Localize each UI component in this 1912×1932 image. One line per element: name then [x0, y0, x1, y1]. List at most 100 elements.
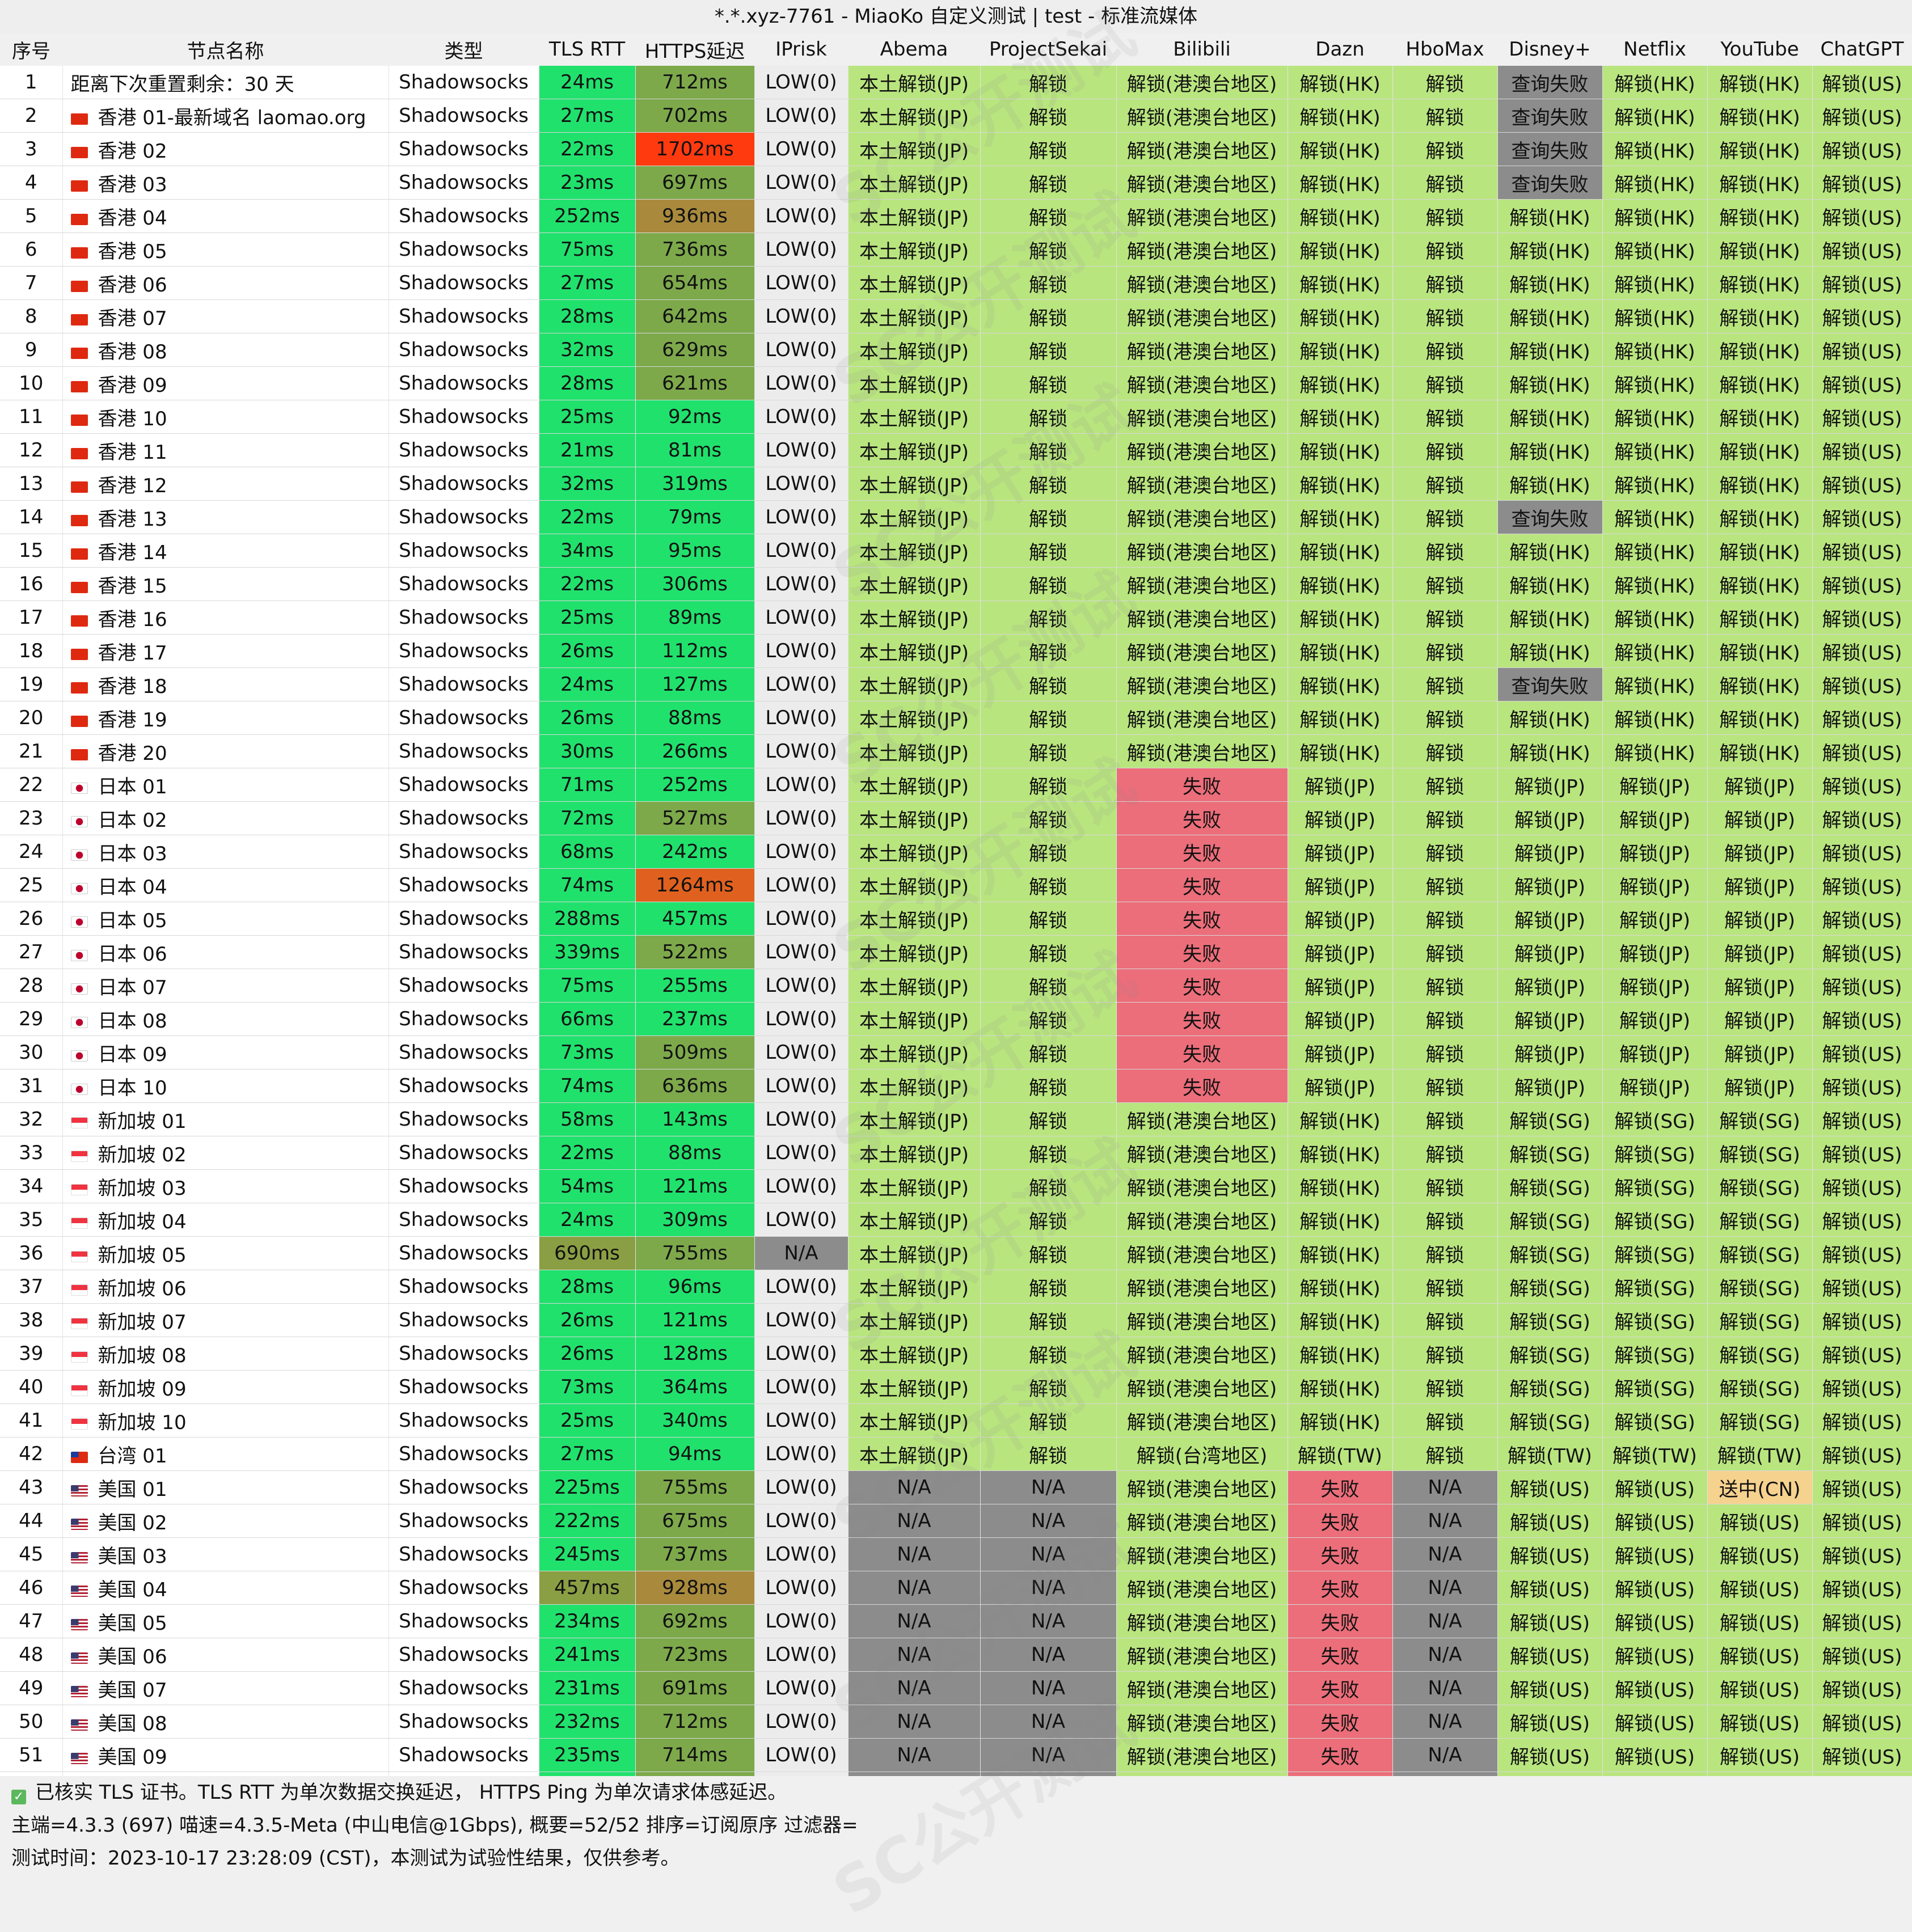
column-header[interactable]: 类型: [389, 33, 539, 66]
table-row[interactable]: 45 美国 03 Shadowsocks 245ms 737ms LOW(0) N/A N/A…: [0, 1537, 1912, 1571]
column-header[interactable]: Dazn: [1288, 33, 1392, 66]
node-type: Shadowsocks: [389, 1638, 539, 1672]
column-header[interactable]: Abema: [848, 33, 980, 66]
netflix-result: 解锁(SG): [1602, 1303, 1708, 1337]
table-row[interactable]: 40 新加坡 09 Shadowsocks 73ms 364ms LOW(0) 本土解锁(J…: [0, 1370, 1912, 1404]
iprisk: LOW(0): [754, 935, 849, 969]
table-row[interactable]: 47 美国 05 Shadowsocks 234ms 692ms LOW(0) N/A N/A…: [0, 1604, 1912, 1638]
table-row[interactable]: 25 日本 04 Shadowsocks 74ms 1264ms LOW(0) 本土解锁(J…: [0, 868, 1912, 902]
table-row[interactable]: 8 香港 07 Shadowsocks 28ms 642ms LOW(0) 本土解锁(JP)…: [0, 299, 1912, 333]
iprisk: LOW(0): [754, 1136, 849, 1170]
table-row[interactable]: 49 美国 07 Shadowsocks 231ms 691ms LOW(0) N/A N/A…: [0, 1671, 1912, 1705]
table-row[interactable]: 48 美国 06 Shadowsocks 241ms 723ms LOW(0) N/A N/A…: [0, 1638, 1912, 1672]
column-header[interactable]: YouTube: [1707, 33, 1812, 66]
table-row[interactable]: 13 香港 12 Shadowsocks 32ms 319ms LOW(0) 本土解锁(JP…: [0, 467, 1912, 501]
dazn-result: 解锁(HK): [1288, 1303, 1393, 1337]
column-header[interactable]: TLS RTT: [539, 33, 635, 66]
table-row[interactable]: 5 香港 04 Shadowsocks 252ms 936ms LOW(0) 本土解锁(JP…: [0, 199, 1912, 233]
column-header[interactable]: IPrisk: [754, 33, 848, 66]
table-row[interactable]: 30 日本 09 Shadowsocks 73ms 509ms LOW(0) 本土解锁(JP…: [0, 1035, 1912, 1069]
netflix-result: 解锁(JP): [1602, 1035, 1708, 1069]
table-row[interactable]: 9 香港 08 Shadowsocks 32ms 629ms LOW(0) 本土解锁(JP)…: [0, 333, 1912, 367]
chatgpt-result: 解锁(US): [1812, 1002, 1912, 1036]
youtube-result: 解锁(SG): [1707, 1337, 1813, 1371]
table-row[interactable]: 28 日本 07 Shadowsocks 75ms 255ms LOW(0) 本土解锁(JP…: [0, 969, 1912, 1003]
table-row[interactable]: 42 台湾 01 Shadowsocks 27ms 94ms LOW(0) 本土解锁(JP)…: [0, 1437, 1912, 1471]
table-row[interactable]: 36 新加坡 05 Shadowsocks 690ms 755ms N/A 本土解锁(JP)…: [0, 1236, 1912, 1270]
table-row[interactable]: 1 距离下次重置剩余：30 天 Shadowsocks 24ms 712ms LOW(0)…: [0, 66, 1912, 99]
sg-flag-icon: [70, 1317, 88, 1329]
table-row[interactable]: 38 新加坡 07 Shadowsocks 26ms 121ms LOW(0) 本土解锁(J…: [0, 1303, 1912, 1337]
table-row[interactable]: 37 新加坡 06 Shadowsocks 28ms 96ms LOW(0) 本土解锁(JP…: [0, 1270, 1912, 1304]
netflix-result: 解锁(SG): [1602, 1270, 1708, 1304]
table-row[interactable]: 2 香港 01-最新域名 laomao.org Shadowsocks 27ms 702…: [0, 99, 1912, 133]
abema-result: 本土解锁(JP): [848, 400, 981, 434]
table-row[interactable]: 26 日本 05 Shadowsocks 288ms 457ms LOW(0) 本土解锁(J…: [0, 902, 1912, 936]
table-row[interactable]: 17 香港 16 Shadowsocks 25ms 89ms LOW(0) 本土解锁(JP)…: [0, 601, 1912, 635]
https-latency: 340ms: [635, 1403, 755, 1438]
column-header[interactable]: HboMax: [1392, 33, 1497, 66]
column-header[interactable]: Disney+: [1497, 33, 1602, 66]
table-row[interactable]: 51 美国 09 Shadowsocks 235ms 714ms LOW(0) N/A N/A…: [0, 1738, 1912, 1772]
hk-flag-icon: [70, 381, 88, 392]
node-name: 日本 09: [62, 1035, 389, 1069]
column-header[interactable]: Netflix: [1602, 33, 1707, 66]
column-header[interactable]: ChatGPT: [1812, 33, 1912, 66]
table-row[interactable]: 44 美国 02 Shadowsocks 222ms 675ms LOW(0) N/A N/A…: [0, 1504, 1912, 1538]
table-row[interactable]: 12 香港 11 Shadowsocks 21ms 81ms LOW(0) 本土解锁(JP)…: [0, 433, 1912, 467]
table-row[interactable]: 43 美国 01 Shadowsocks 225ms 755ms LOW(0) N/A N/A…: [0, 1470, 1912, 1504]
table-row[interactable]: 23 日本 02 Shadowsocks 72ms 527ms LOW(0) 本土解锁(JP…: [0, 801, 1912, 835]
chatgpt-result: 解锁(US): [1812, 902, 1912, 936]
us-flag-icon: [70, 1518, 88, 1530]
netflix-result: 解锁(HK): [1602, 232, 1708, 267]
table-row[interactable]: 4 香港 03 Shadowsocks 23ms 697ms LOW(0) 本土解锁(JP)…: [0, 166, 1912, 200]
hbomax-result: N/A: [1392, 1705, 1498, 1739]
disney-result: 解锁(JP): [1497, 969, 1603, 1003]
table-row[interactable]: 39 新加坡 08 Shadowsocks 26ms 128ms LOW(0) 本土解锁(J…: [0, 1337, 1912, 1371]
node-name: 新加坡 05: [62, 1236, 389, 1270]
table-row[interactable]: 21 香港 20 Shadowsocks 30ms 266ms LOW(0) 本土解锁(JP…: [0, 734, 1912, 768]
row-number: 45: [0, 1537, 63, 1571]
bilibili-result: 解锁(港澳台地区): [1116, 1270, 1288, 1304]
table-row[interactable]: 11 香港 10 Shadowsocks 25ms 92ms LOW(0) 本土解锁(JP)…: [0, 400, 1912, 434]
column-header[interactable]: 序号: [0, 33, 62, 66]
netflix-result: 解锁(SG): [1602, 1102, 1708, 1136]
column-header[interactable]: 节点名称: [62, 33, 389, 66]
table-row[interactable]: 29 日本 08 Shadowsocks 66ms 237ms LOW(0) 本土解锁(JP…: [0, 1002, 1912, 1036]
dazn-result: 失败: [1288, 1470, 1393, 1504]
table-row[interactable]: 10 香港 09 Shadowsocks 28ms 621ms LOW(0) 本土解锁(JP…: [0, 366, 1912, 400]
node-name: 日本 07: [62, 969, 389, 1003]
table-row[interactable]: 41 新加坡 10 Shadowsocks 25ms 340ms LOW(0) 本土解锁(J…: [0, 1403, 1912, 1438]
node-name: 香港 13: [62, 500, 389, 534]
table-row[interactable]: 20 香港 19 Shadowsocks 26ms 88ms LOW(0) 本土解锁(JP)…: [0, 701, 1912, 735]
hbomax-result: 解锁: [1392, 634, 1498, 668]
tls-rtt: 66ms: [539, 1002, 636, 1036]
table-row[interactable]: 33 新加坡 02 Shadowsocks 22ms 88ms LOW(0) 本土解锁(JP…: [0, 1136, 1912, 1170]
node-name: 香港 06: [62, 266, 389, 300]
tls-rtt: 27ms: [539, 266, 636, 300]
table-row[interactable]: 7 香港 06 Shadowsocks 27ms 654ms LOW(0) 本土解锁(JP)…: [0, 266, 1912, 300]
table-row[interactable]: 35 新加坡 04 Shadowsocks 24ms 309ms LOW(0) 本土解锁(J…: [0, 1203, 1912, 1237]
node-name: 美国 07: [62, 1671, 389, 1705]
table-row[interactable]: 6 香港 05 Shadowsocks 75ms 736ms LOW(0) 本土解锁(JP)…: [0, 232, 1912, 267]
table-row[interactable]: 27 日本 06 Shadowsocks 339ms 522ms LOW(0) 本土解锁(J…: [0, 935, 1912, 969]
table-row[interactable]: 19 香港 18 Shadowsocks 24ms 127ms LOW(0) 本土解锁(JP…: [0, 667, 1912, 701]
table-row[interactable]: 22 日本 01 Shadowsocks 71ms 252ms LOW(0) 本土解锁(JP…: [0, 768, 1912, 802]
youtube-result: 解锁(HK): [1707, 266, 1813, 300]
table-row[interactable]: 32 新加坡 01 Shadowsocks 58ms 143ms LOW(0) 本土解锁(J…: [0, 1102, 1912, 1136]
node-type: Shadowsocks: [389, 1102, 539, 1136]
column-header[interactable]: Bilibili: [1116, 33, 1288, 66]
column-header[interactable]: ProjectSekai: [980, 33, 1116, 66]
table-row[interactable]: 24 日本 03 Shadowsocks 68ms 242ms LOW(0) 本土解锁(JP…: [0, 835, 1912, 869]
table-row[interactable]: 46 美国 04 Shadowsocks 457ms 928ms LOW(0) N/A N/A…: [0, 1571, 1912, 1605]
table-row[interactable]: 15 香港 14 Shadowsocks 34ms 95ms LOW(0) 本土解锁(JP)…: [0, 534, 1912, 568]
table-row[interactable]: 3 香港 02 Shadowsocks 22ms 1702ms LOW(0) 本土解锁(JP…: [0, 132, 1912, 166]
table-row[interactable]: 18 香港 17 Shadowsocks 26ms 112ms LOW(0) 本土解锁(JP…: [0, 634, 1912, 668]
column-header[interactable]: HTTPS延迟: [635, 33, 754, 66]
https-latency: 1264ms: [635, 868, 755, 902]
table-row[interactable]: 50 美国 08 Shadowsocks 232ms 712ms LOW(0) N/A N/A…: [0, 1705, 1912, 1739]
table-row[interactable]: 34 新加坡 03 Shadowsocks 54ms 121ms LOW(0) 本土解锁(J…: [0, 1169, 1912, 1203]
table-row[interactable]: 14 香港 13 Shadowsocks 22ms 79ms LOW(0) 本土解锁(JP)…: [0, 500, 1912, 534]
table-row[interactable]: 31 日本 10 Shadowsocks 74ms 636ms LOW(0) 本土解锁(JP…: [0, 1069, 1912, 1103]
table-row[interactable]: 16 香港 15 Shadowsocks 22ms 306ms LOW(0) 本土解锁(JP…: [0, 567, 1912, 601]
